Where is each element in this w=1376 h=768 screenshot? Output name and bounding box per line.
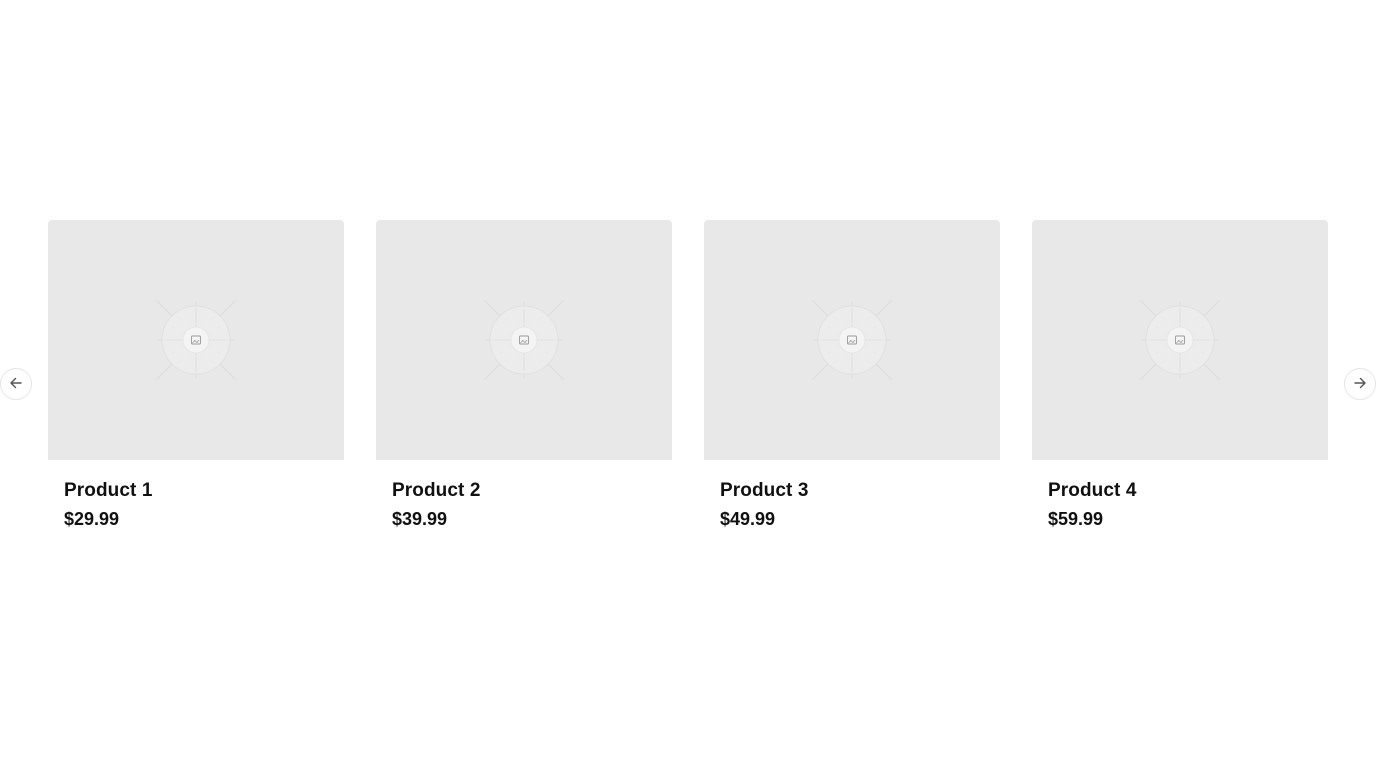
product-image-placeholder xyxy=(1032,220,1328,460)
product-name[interactable]: Product 1 xyxy=(64,480,328,502)
product-price: $29.99 xyxy=(64,509,120,529)
product-carousel: Product 1 $29.99 Product 2 $39.99 Produc… xyxy=(0,0,1376,768)
arrow-left-icon xyxy=(9,376,23,393)
image-placeholder-icon xyxy=(483,299,565,381)
product-card[interactable]: Product 1 $29.99 xyxy=(48,220,344,530)
carousel-prev-button[interactable] xyxy=(0,368,32,400)
product-price: $59.99 xyxy=(1048,509,1104,529)
carousel-track: Product 1 $29.99 Product 2 $39.99 Produc… xyxy=(48,220,1328,530)
product-card[interactable]: Product 2 $39.99 xyxy=(376,220,672,530)
image-placeholder-icon xyxy=(155,299,237,381)
product-image-placeholder xyxy=(704,220,1000,460)
product-name[interactable]: Product 4 xyxy=(1048,480,1312,502)
product-image-placeholder xyxy=(376,220,672,460)
product-card[interactable]: Product 3 $49.99 xyxy=(704,220,1000,530)
product-image-placeholder xyxy=(48,220,344,460)
product-name[interactable]: Product 2 xyxy=(392,480,656,502)
product-price: $49.99 xyxy=(720,509,776,529)
image-placeholder-icon xyxy=(1139,299,1221,381)
product-price: $39.99 xyxy=(392,509,448,529)
image-placeholder-icon xyxy=(811,299,893,381)
arrow-right-icon xyxy=(1353,376,1367,393)
carousel-next-button[interactable] xyxy=(1344,368,1376,400)
product-name[interactable]: Product 3 xyxy=(720,480,984,502)
product-card[interactable]: Product 4 $59.99 xyxy=(1032,220,1328,530)
